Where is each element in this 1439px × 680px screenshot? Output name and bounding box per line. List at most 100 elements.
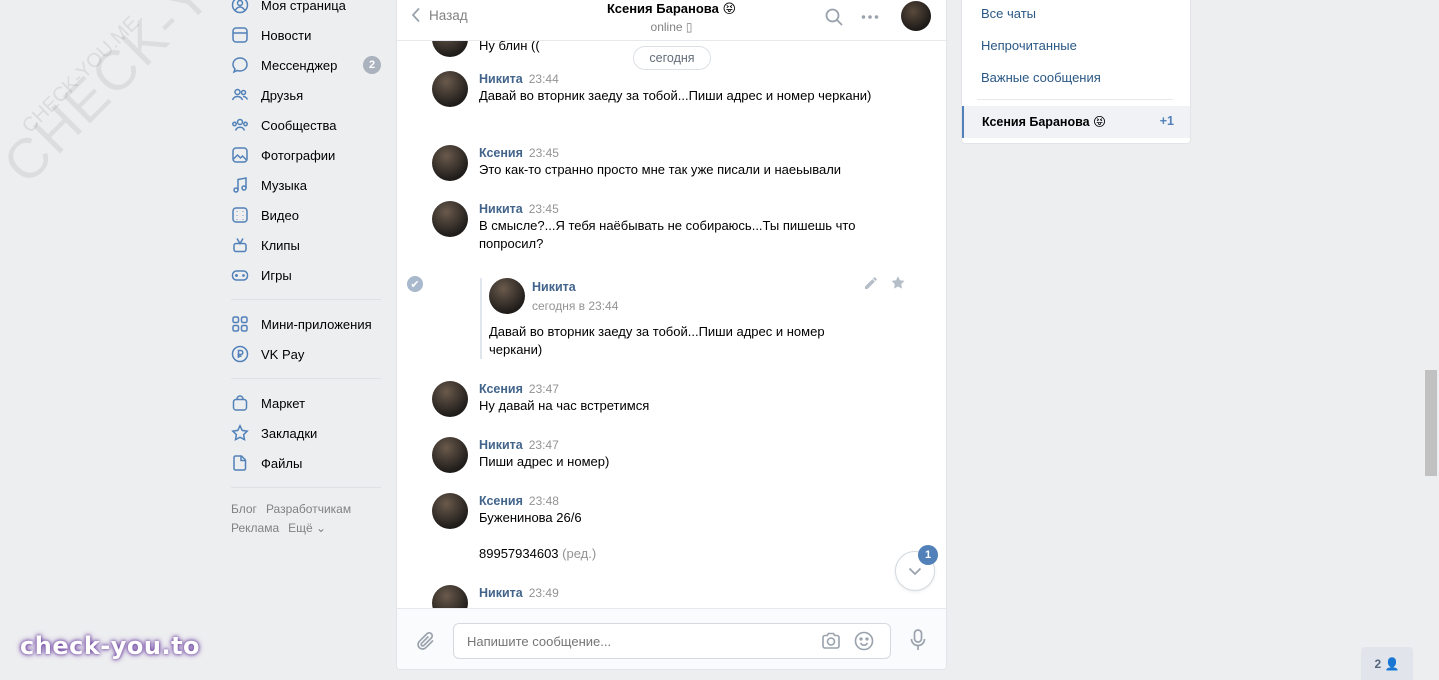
online-friends-button[interactable]: 2 👤 [1361, 647, 1413, 680]
message-item[interactable]: Никита 23:47 Пиши адрес и номер) [432, 437, 872, 473]
forwarded-date[interactable]: сегодня в 23:44 [532, 299, 860, 313]
profile-icon [231, 0, 249, 14]
nav-label: Игры [261, 267, 292, 283]
nav-item-mini-apps[interactable]: Мини-приложения [231, 309, 381, 339]
nav-item-market[interactable]: Маркет [231, 388, 381, 418]
nav-item-communities[interactable]: Сообщества [231, 110, 381, 140]
paperclip-icon[interactable] [415, 630, 437, 652]
footer-link-more[interactable]: Ещё ⌄ [288, 521, 326, 535]
message-time[interactable]: 23:48 [529, 494, 559, 508]
nav-label: Клипы [261, 237, 300, 253]
games-icon [231, 266, 249, 284]
nav-item-my-page[interactable]: Моя страница [231, 0, 381, 20]
footer-link-developers[interactable]: Разработчикам [266, 502, 351, 516]
message-item[interactable]: Ксения 23:45 Это как-то странно просто мн… [432, 145, 872, 181]
forwarded-message[interactable]: Никита сегодня в 23:44 Давай во вторник … [480, 278, 860, 359]
avatar[interactable] [432, 145, 468, 181]
message-item[interactable]: Никита 23:44 Давай во вторник заеду за то… [432, 71, 872, 107]
nav-item-clips[interactable]: Клипы [231, 230, 381, 260]
avatar[interactable] [432, 71, 468, 107]
camera-icon[interactable] [820, 630, 842, 652]
nav-label: Моя страница [261, 0, 346, 13]
chat-panel: Назад Ксения Баранова 😝 online ▯ Ну блин… [396, 0, 947, 670]
selected-chat-name: Ксения Баранова 😝 [982, 115, 1107, 129]
message-item[interactable]: Ксения 23:48 Буженинова 26/6 89957934603 … [432, 493, 872, 563]
clips-icon [231, 236, 249, 254]
news-icon [231, 26, 249, 44]
message-text: 89957934603 [479, 546, 559, 561]
message-author[interactable]: Ксения [479, 382, 523, 396]
avatar[interactable] [432, 201, 468, 237]
microphone-icon[interactable] [907, 628, 929, 652]
filter-all-chats[interactable]: Все чаты [981, 6, 1036, 21]
message-author[interactable]: Никита [479, 72, 523, 86]
more-icon[interactable] [860, 7, 880, 27]
message-author[interactable]: Ксения [479, 146, 523, 160]
nav-label: Новости [261, 27, 312, 43]
nav-label: Видео [261, 207, 299, 223]
filter-important[interactable]: Важные сообщения [981, 70, 1101, 85]
nav-item-music[interactable]: Музыка [231, 170, 381, 200]
selected-chat-item[interactable]: Ксения Баранова 😝 +1 [962, 106, 1190, 138]
video-icon [231, 206, 249, 224]
nav-item-photos[interactable]: Фотографии [231, 140, 381, 170]
message-time[interactable]: 23:44 [529, 72, 559, 86]
chevron-down-icon [908, 567, 922, 575]
search-icon[interactable] [824, 7, 844, 27]
message-item[interactable]: Никита 23:45 В смысле?...Я тебя наёбывать… [432, 201, 872, 253]
divider [977, 99, 1173, 100]
peer-avatar[interactable] [901, 1, 931, 31]
page-scrollbar[interactable] [1425, 370, 1437, 476]
check-icon[interactable]: ✔ [407, 276, 423, 292]
pencil-icon[interactable] [863, 275, 879, 291]
avatar[interactable] [432, 381, 468, 417]
nav-item-friends[interactable]: Друзья [231, 80, 381, 110]
chat-header: Назад Ксения Баранова 😝 online ▯ [397, 0, 946, 41]
nav-divider [231, 487, 381, 488]
avatar[interactable] [489, 278, 525, 314]
message-time[interactable]: 23:47 [529, 438, 559, 452]
message-item[interactable]: Ксения 23:47 Ну давай на час встретимся [432, 381, 872, 417]
message-time[interactable]: 23:49 [529, 586, 559, 600]
footer-link-ads[interactable]: Реклама [231, 521, 279, 535]
message-time[interactable]: 23:45 [529, 146, 559, 160]
emoji-icon[interactable] [853, 630, 875, 652]
message-text: Давай во вторник заеду за тобой...Пиши а… [479, 88, 872, 103]
nav-item-games[interactable]: Игры [231, 260, 381, 290]
nav-item-vk-pay[interactable]: VK Pay [231, 339, 381, 369]
nav-item-messenger[interactable]: Мессенджер 2 [231, 50, 381, 80]
friends-icon [231, 86, 249, 104]
avatar[interactable] [432, 437, 468, 473]
message-text: Это как-то странно просто мне так уже пи… [479, 162, 842, 177]
selected-chat-count: +1 [1159, 114, 1174, 128]
nav-divider [231, 299, 381, 300]
message-text: Пиши адрес и номер) [479, 454, 610, 469]
nav-item-files[interactable]: Файлы [231, 448, 381, 478]
filter-unread[interactable]: Непрочитанные [981, 38, 1077, 53]
message-text: Ну давай на час встретимся [479, 398, 650, 413]
nav-item-bookmarks[interactable]: Закладки [231, 418, 381, 448]
nav-label: Друзья [261, 87, 304, 103]
avatar[interactable] [432, 493, 468, 529]
footer-link-blog[interactable]: Блог [231, 502, 257, 516]
message-author[interactable]: Никита [479, 202, 523, 216]
nav-label: Сообщества [261, 117, 337, 133]
message-text: Буженинова 26/6 [479, 510, 582, 525]
selected-message[interactable]: ✔ Никита сегодня в 23:44 Давай во вторни… [407, 273, 937, 368]
communities-icon [231, 116, 249, 134]
message-author[interactable]: Никита [479, 586, 523, 600]
nav-item-news[interactable]: Новости [231, 20, 381, 50]
message-time[interactable]: 23:45 [529, 202, 559, 216]
message-item[interactable]: Никита 23:49 [432, 585, 872, 621]
message-time[interactable]: 23:47 [529, 382, 559, 396]
market-icon [231, 394, 249, 412]
forwarded-author[interactable]: Никита [532, 280, 860, 294]
nav-label: Закладки [261, 425, 318, 441]
message-author[interactable]: Никита [479, 438, 523, 452]
star-icon[interactable] [890, 275, 906, 291]
nav-label: Мессенджер [261, 57, 338, 73]
message-author[interactable]: Ксения [479, 494, 523, 508]
nav-item-video[interactable]: Видео [231, 200, 381, 230]
nav-label: Маркет [261, 395, 306, 411]
nav-label: Музыка [261, 177, 307, 193]
